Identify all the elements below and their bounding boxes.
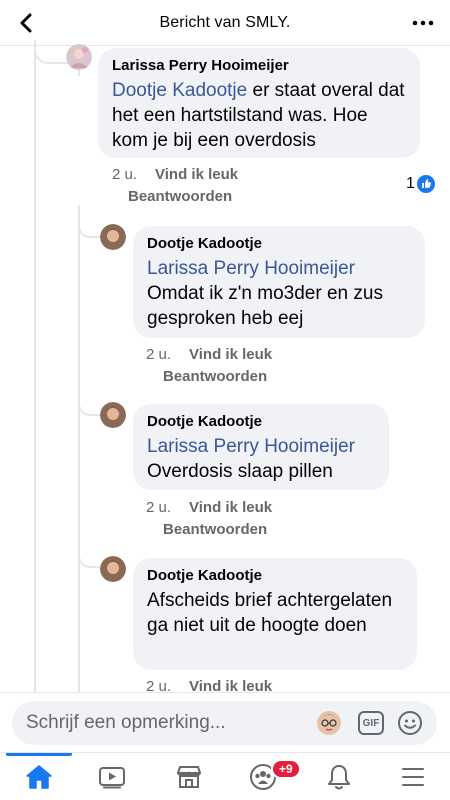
mention-link[interactable]: Larissa Perry Hooimeijer — [147, 434, 377, 459]
mention-link[interactable]: Dootje Kadootje — [112, 80, 247, 101]
avatar[interactable] — [100, 402, 126, 428]
reply-button[interactable]: Beantwoorden — [163, 368, 267, 385]
like-button[interactable]: Vind ik leuk — [189, 678, 272, 692]
comment-text: Afscheids brief achtergelaten ga niet ui… — [147, 590, 393, 636]
home-icon — [26, 765, 52, 789]
notification-badge: +9 — [271, 759, 301, 779]
profile-photo-icon — [100, 556, 126, 582]
tab-menu[interactable] — [397, 761, 429, 793]
gif-icon: GIF — [358, 711, 384, 735]
comment-time: 2 u. — [146, 346, 172, 363]
bottom-tab-bar: +9 — [0, 752, 450, 800]
tab-home[interactable] — [23, 761, 55, 793]
more-horizontal-icon — [412, 20, 434, 26]
mention-link[interactable]: Larissa Perry Hooimeijer — [147, 256, 413, 281]
comment-author[interactable]: Dootje Kadootje — [147, 234, 413, 254]
comment-meta: 2 u. Vind ik leuk Beantwoorden — [146, 344, 376, 388]
thread-line-reply — [78, 205, 80, 692]
like-button[interactable]: Vind ik leuk — [189, 499, 272, 516]
profile-photo-icon — [100, 402, 126, 428]
smiley-icon — [398, 711, 422, 735]
composer-field[interactable]: GIF — [12, 701, 437, 745]
profile-photo-icon — [66, 44, 92, 70]
comment-author[interactable]: Dootje Kadootje — [147, 412, 377, 432]
comment-bubble[interactable]: Dootje Kadootje Larissa Perry Hooimeijer… — [133, 404, 389, 490]
comment-bubble[interactable]: Larissa Perry Hooimeijer Dootje Kadootje… — [98, 48, 420, 158]
comment-time: 2 u. — [112, 166, 138, 183]
reply-connector-3 — [78, 548, 100, 568]
thread-line-outer — [34, 46, 36, 692]
tab-marketplace[interactable] — [173, 761, 205, 793]
reply-connector-1 — [78, 218, 100, 238]
comment-bubble[interactable]: Dootje Kadootje Afscheids brief achterge… — [133, 558, 417, 670]
emoji-button[interactable] — [397, 710, 423, 736]
avatar[interactable] — [66, 44, 92, 70]
avatar-sticker-button[interactable] — [316, 710, 342, 736]
comment-text: Larissa Perry Hooimeijer Overdosis slaap … — [147, 434, 377, 484]
bell-icon — [328, 765, 350, 790]
avatar[interactable] — [100, 556, 126, 582]
comment-text: Dootje Kadootje er staat overal dat het … — [112, 80, 405, 151]
back-button[interactable] — [12, 9, 40, 37]
menu-icon — [402, 768, 424, 786]
comment-composer: GIF — [0, 692, 450, 752]
reply-button[interactable]: Beantwoorden — [163, 521, 267, 538]
comment-meta: 2 u. Vind ik leuk — [146, 676, 376, 692]
comment-meta: 2 u. Vind ik leuk Beantwoorden — [112, 164, 342, 208]
comment-time: 2 u. — [146, 678, 172, 692]
marketplace-icon — [177, 766, 201, 788]
comment-author[interactable]: Dootje Kadootje — [147, 566, 405, 586]
reply-connector-2 — [78, 396, 100, 416]
gif-button[interactable]: GIF — [357, 710, 385, 736]
like-button[interactable]: Vind ik leuk — [155, 166, 238, 183]
thread-connector — [34, 40, 68, 64]
comment-input[interactable] — [26, 701, 296, 745]
page-title: Bericht van SMLY. — [159, 13, 291, 31]
comment-text: Larissa Perry Hooimeijer Omdat ik z'n mo3… — [147, 256, 413, 331]
more-button[interactable] — [410, 12, 436, 34]
avatar-sticker-icon — [317, 711, 341, 735]
profile-photo-icon — [100, 224, 126, 250]
comment-time: 2 u. — [146, 499, 172, 516]
like-button[interactable]: Vind ik leuk — [189, 346, 272, 363]
tab-video[interactable] — [96, 761, 128, 793]
active-tab-indicator — [6, 753, 72, 756]
like-icon — [416, 175, 435, 193]
reaction-count[interactable]: 1 — [406, 175, 435, 193]
comment-meta: 2 u. Vind ik leuk Beantwoorden — [146, 497, 376, 541]
reply-button[interactable]: Beantwoorden — [128, 188, 232, 205]
chevron-left-icon — [20, 13, 32, 33]
tab-notifications[interactable] — [323, 761, 355, 793]
comment-author[interactable]: Larissa Perry Hooimeijer — [112, 56, 408, 76]
video-icon — [99, 767, 125, 789]
avatar[interactable] — [100, 224, 126, 250]
comment-bubble[interactable]: Dootje Kadootje Larissa Perry Hooimeijer… — [133, 226, 425, 338]
